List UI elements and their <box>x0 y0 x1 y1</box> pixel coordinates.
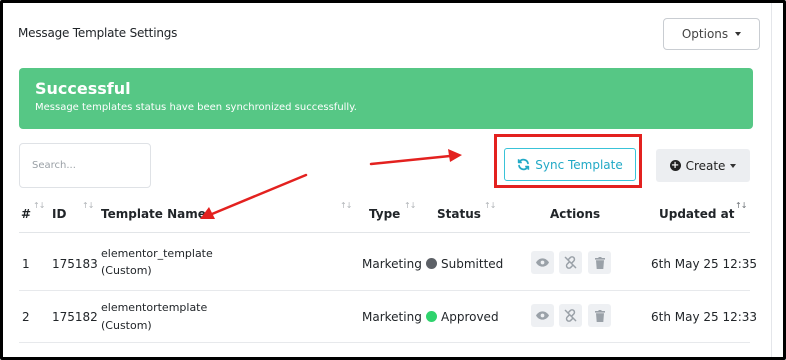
annotation-arrows <box>200 149 462 219</box>
arrow-to-template-name <box>200 173 308 219</box>
arrow-to-sync-button <box>369 149 462 166</box>
